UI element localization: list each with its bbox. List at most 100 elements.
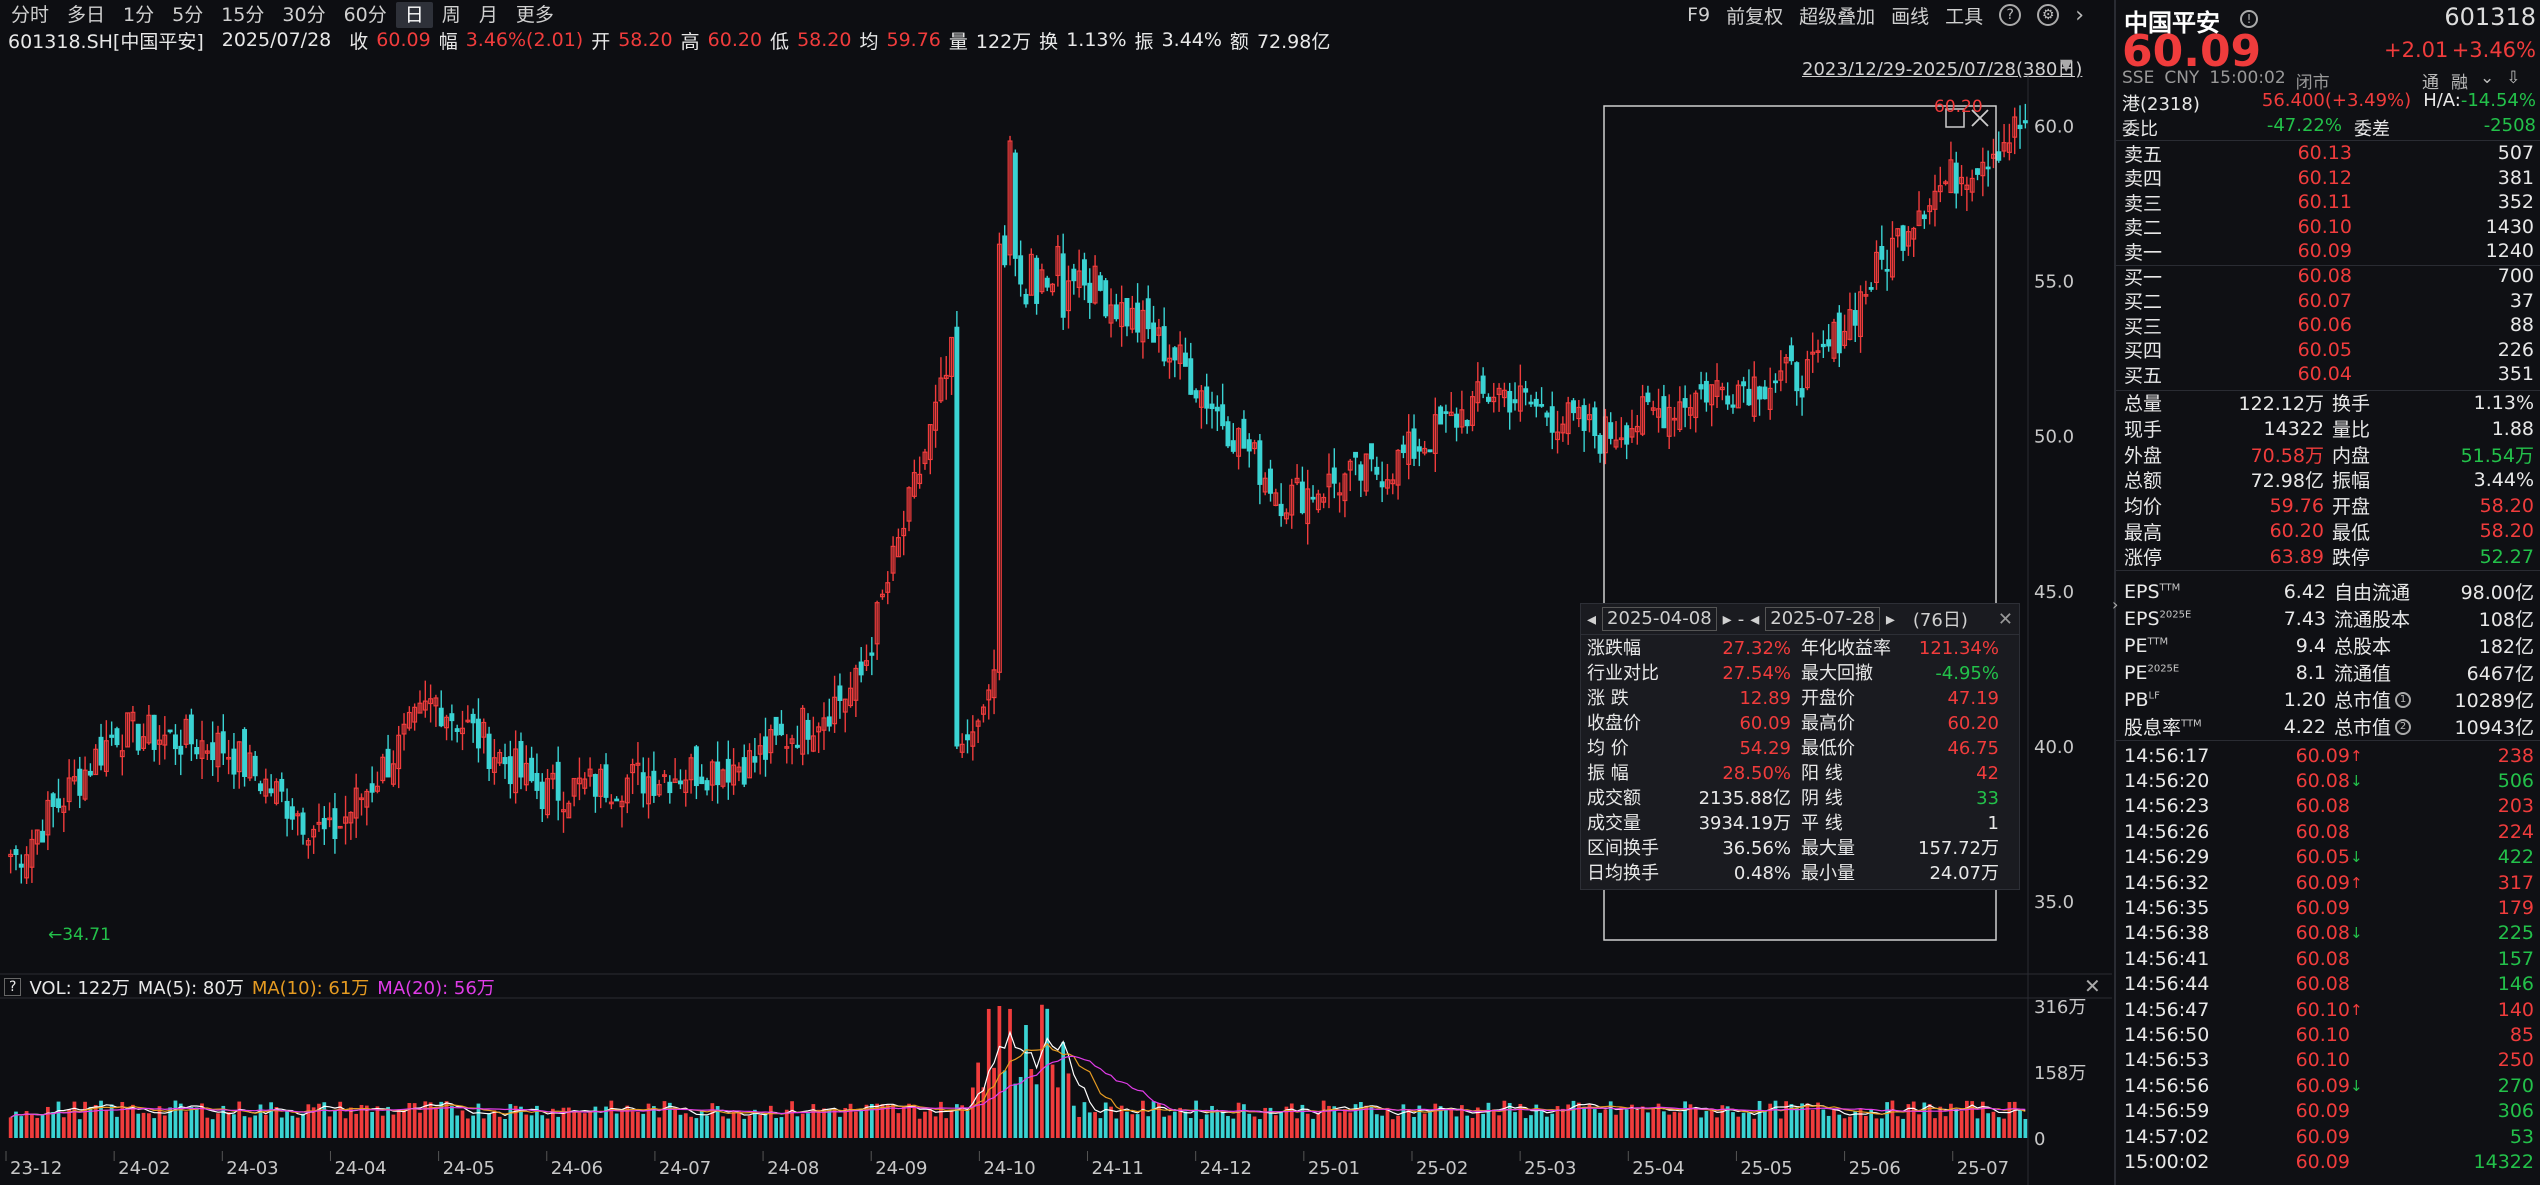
range-dropdown-icon[interactable]: ▼ — [2060, 55, 2072, 74]
next-start-icon[interactable]: ▸ — [1723, 609, 1732, 630]
stat-value: 36.56% — [1722, 838, 1791, 859]
candle-body — [114, 728, 120, 746]
volume-bar — [1029, 1069, 1034, 1138]
start-date-field[interactable]: 2025-04-08 — [1602, 607, 1717, 631]
order-volume: 37 — [2509, 289, 2534, 312]
period-tab[interactable]: 1分 — [114, 2, 163, 28]
candle-body — [1773, 380, 1778, 384]
tick-time: 14:56:17 — [2124, 744, 2210, 767]
stat-value: 33 — [1976, 788, 1999, 809]
period-tab[interactable]: 分时 — [2, 2, 58, 28]
volume-bar — [1146, 1116, 1151, 1138]
time-axis-label: 24-04 — [334, 1158, 386, 1179]
stat-label: 总量 — [2124, 393, 2163, 416]
candle-body — [778, 723, 784, 736]
candle-body — [486, 733, 492, 770]
tick-volume: 317 — [2497, 871, 2534, 894]
volume-bar — [61, 1117, 66, 1138]
tick-row: 14:56:29 60.05 ↓ 422 — [2116, 845, 2540, 870]
volume-bar — [1646, 1112, 1650, 1138]
f9-button[interactable]: F9 — [1687, 4, 1710, 26]
volume-bar — [1178, 1107, 1182, 1138]
info-icon[interactable]: 2 — [2395, 718, 2412, 735]
candle-body — [1464, 419, 1470, 427]
volume-bar — [1970, 1101, 1975, 1138]
period-tab[interactable]: 30分 — [273, 2, 334, 28]
tools-button[interactable]: 工具 — [1945, 2, 1983, 29]
volume-bar — [1539, 1109, 1544, 1138]
period-tab[interactable]: 月 — [470, 2, 507, 28]
candle-body — [1454, 413, 1460, 428]
tick-time: 14:56:59 — [2124, 1100, 2210, 1123]
stat-value: 60.20 — [2269, 520, 2324, 543]
stat-label: 跌停 — [2332, 547, 2371, 570]
candle-body — [1953, 162, 1959, 194]
volume-bar — [572, 1111, 576, 1138]
collapse-panel-icon[interactable]: › — [2112, 595, 2118, 614]
tick-price: 60.10 — [2295, 1023, 2350, 1046]
overlay-button[interactable]: 超级叠加 — [1799, 2, 1875, 29]
end-date-field[interactable]: 2025-07-28 — [1765, 607, 1880, 631]
volume-bar — [524, 1114, 529, 1138]
weibi-value: -47.22% — [2266, 115, 2342, 136]
draw-button[interactable]: 画线 — [1891, 2, 1929, 29]
candle-body — [1794, 362, 1800, 392]
close-volume-icon[interactable]: ✕ — [2084, 974, 2101, 998]
stat-label: 最高 — [2124, 521, 2163, 544]
vol-legend-ma20: MA(20): 56万 — [377, 978, 495, 999]
range-dash: - — [1737, 608, 1745, 630]
candle-body — [1018, 255, 1024, 285]
info-icon[interactable]: ! — [2240, 6, 2258, 28]
chevron-right-icon[interactable]: › — [2075, 3, 2084, 28]
arrow-down-icon: ↓ — [2350, 772, 2363, 791]
close-panel-icon[interactable]: ✕ — [1998, 609, 2013, 630]
ask-row: 卖二 60.10 1430 — [2116, 215, 2540, 240]
prev-start-icon[interactable]: ◂ — [1587, 609, 1596, 630]
period-tab[interactable]: 多日 — [58, 2, 114, 28]
tick-list[interactable]: 14:56:17 60.09 ↑ 238 14:56:20 60.08 ↓ 506 14:56:… — [2116, 743, 2540, 1175]
turnover-value: 1.13% — [1066, 29, 1127, 51]
volume-bar — [1449, 1109, 1454, 1138]
period-tab[interactable]: 周 — [433, 2, 470, 28]
volume-bar — [970, 1087, 975, 1138]
question-icon[interactable]: ? — [1999, 4, 2022, 26]
volume-bar — [1731, 1112, 1735, 1138]
tick-volume: 270 — [2497, 1074, 2534, 1097]
stat-value: 1.88 — [2491, 417, 2534, 440]
amplitude-value: 3.44% — [1161, 29, 1222, 51]
volume-bar — [1311, 1118, 1315, 1138]
volume-bar — [402, 1109, 406, 1138]
gear-icon[interactable]: ⚙ — [2037, 4, 2060, 26]
stat-row: 总额 72.98亿 振幅 3.44% — [2116, 467, 2540, 493]
tick-time: 14:56:23 — [2124, 795, 2210, 818]
vol-value: 122万 — [975, 30, 1032, 53]
weicha-value: -2508 — [2483, 115, 2536, 136]
period-tab[interactable]: 日 — [395, 2, 433, 28]
info-icon[interactable]: 1 — [2395, 691, 2412, 708]
candle-body — [2022, 120, 2028, 124]
low-label: 低 — [770, 30, 790, 53]
volume-bar — [1491, 1109, 1496, 1138]
stat-value: 60.20 — [1947, 713, 1999, 734]
volume-bar — [763, 1114, 768, 1138]
period-tab[interactable]: 更多 — [507, 2, 563, 28]
adjust-button[interactable]: 前复权 — [1726, 2, 1783, 29]
volume-bar — [67, 1109, 71, 1138]
arrow-down-icon: ↓ — [2350, 1076, 2363, 1095]
stat-label: 换手 — [2332, 393, 2371, 416]
stat-label: 最高价 — [1801, 713, 1855, 734]
volume-bar — [1380, 1115, 1384, 1138]
volume-bar — [1917, 1114, 1921, 1138]
period-tab[interactable]: 15分 — [212, 2, 273, 28]
prev-end-icon[interactable]: ◂ — [1750, 609, 1759, 630]
fund-value: 9.4 — [2295, 634, 2326, 657]
period-tab[interactable]: 60分 — [335, 2, 396, 28]
next-end-icon[interactable]: ▸ — [1886, 609, 1895, 630]
volume-bar — [1943, 1116, 1948, 1138]
volume-bar — [1348, 1112, 1353, 1138]
vol-help-icon[interactable]: ? — [4, 978, 22, 996]
volume-bar — [907, 1103, 911, 1138]
candle-body — [1571, 400, 1576, 414]
period-tab[interactable]: 5分 — [163, 2, 212, 28]
volume-bar — [1242, 1104, 1246, 1138]
